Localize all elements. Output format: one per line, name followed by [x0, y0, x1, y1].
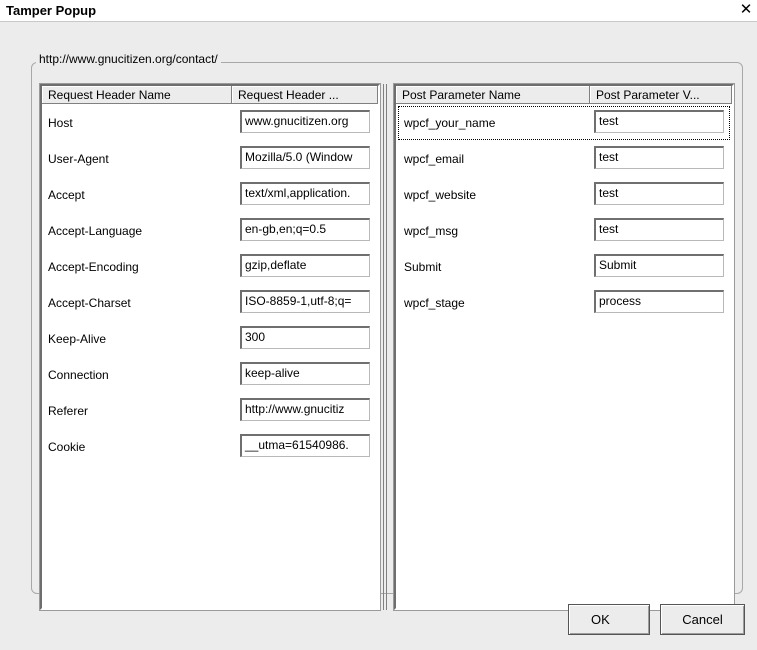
header-name: Host — [48, 116, 73, 130]
param-name: Submit — [404, 260, 442, 274]
header-value-input[interactable]: ISO-8859-1,utf-8;q= — [240, 290, 370, 313]
header-name: User-Agent — [48, 152, 109, 166]
header-value-input[interactable]: Mozilla/5.0 (Window — [240, 146, 370, 169]
header-name: Accept-Encoding — [48, 260, 139, 274]
header-value-input[interactable]: text/xml,application. — [240, 182, 370, 205]
param-name: wpcf_your_name — [404, 116, 496, 130]
header-value-input[interactable]: www.gnucitizen.org — [240, 110, 370, 133]
table-row: Connection keep-alive — [42, 357, 378, 393]
param-value-input[interactable]: test — [594, 110, 724, 133]
table-row: wpcf_email test — [396, 141, 732, 177]
table-row: Cookie __utma=61540986. — [42, 429, 378, 465]
column-header-post-parameter-value[interactable]: Post Parameter V... — [590, 86, 732, 104]
param-value-input[interactable]: test — [594, 218, 724, 241]
table-row: wpcf_stage process — [396, 285, 732, 321]
param-value-input[interactable]: test — [594, 146, 724, 169]
table-row: Accept-Charset ISO-8859-1,utf-8;q= — [42, 285, 378, 321]
param-value-input[interactable]: process — [594, 290, 724, 313]
table-row: wpcf_msg test — [396, 213, 732, 249]
param-name: wpcf_email — [404, 152, 465, 166]
table-row: Keep-Alive 300 — [42, 321, 378, 357]
header-value-input[interactable]: gzip,deflate — [240, 254, 370, 277]
param-name: wpcf_stage — [404, 296, 465, 310]
post-parameters-table: Post Parameter Name Post Parameter V... … — [394, 84, 734, 610]
table-row: Host www.gnucitizen.org — [42, 105, 378, 141]
request-headers-table: Request Header Name Request Header ... H… — [40, 84, 380, 610]
header-name: Referer — [48, 404, 89, 418]
title-bar: Tamper Popup ✕ — [0, 0, 757, 22]
window-title: Tamper Popup — [6, 3, 97, 18]
column-header-request-header-value[interactable]: Request Header ... — [232, 86, 378, 104]
table-row: Referer http://www.gnucitiz — [42, 393, 378, 429]
header-name: Cookie — [48, 440, 86, 454]
close-icon[interactable]: ✕ — [738, 1, 754, 19]
header-name: Accept — [48, 188, 85, 202]
table-row: User-Agent Mozilla/5.0 (Window — [42, 141, 378, 177]
cancel-button[interactable]: Cancel — [660, 604, 745, 635]
panel-splitter[interactable] — [380, 84, 390, 610]
table-row: wpcf_website test — [396, 177, 732, 213]
header-name: Connection — [48, 368, 109, 382]
header-value-input[interactable]: http://www.gnucitiz — [240, 398, 370, 421]
param-value-input[interactable]: test — [594, 182, 724, 205]
header-value-input[interactable]: 300 — [240, 326, 370, 349]
param-name: wpcf_msg — [404, 224, 459, 238]
column-header-request-header-name[interactable]: Request Header Name — [42, 86, 232, 104]
param-value-input[interactable]: Submit — [594, 254, 724, 277]
header-name: Keep-Alive — [48, 332, 107, 346]
header-name: Accept-Charset — [48, 296, 131, 310]
table-row: wpcf_your_name test — [396, 105, 732, 141]
url-label: http://www.gnucitizen.org/contact/ — [36, 52, 221, 66]
header-value-input[interactable]: keep-alive — [240, 362, 370, 385]
ok-button[interactable]: OK — [568, 604, 650, 635]
param-name: wpcf_website — [404, 188, 477, 202]
column-header-post-parameter-name[interactable]: Post Parameter Name — [396, 86, 590, 104]
header-name: Accept-Language — [48, 224, 143, 238]
table-row: Submit Submit — [396, 249, 732, 285]
table-row: Accept text/xml,application. — [42, 177, 378, 213]
table-row: Accept-Language en-gb,en;q=0.5 — [42, 213, 378, 249]
header-value-input[interactable]: __utma=61540986. — [240, 434, 370, 457]
header-value-input[interactable]: en-gb,en;q=0.5 — [240, 218, 370, 241]
table-row: Accept-Encoding gzip,deflate — [42, 249, 378, 285]
